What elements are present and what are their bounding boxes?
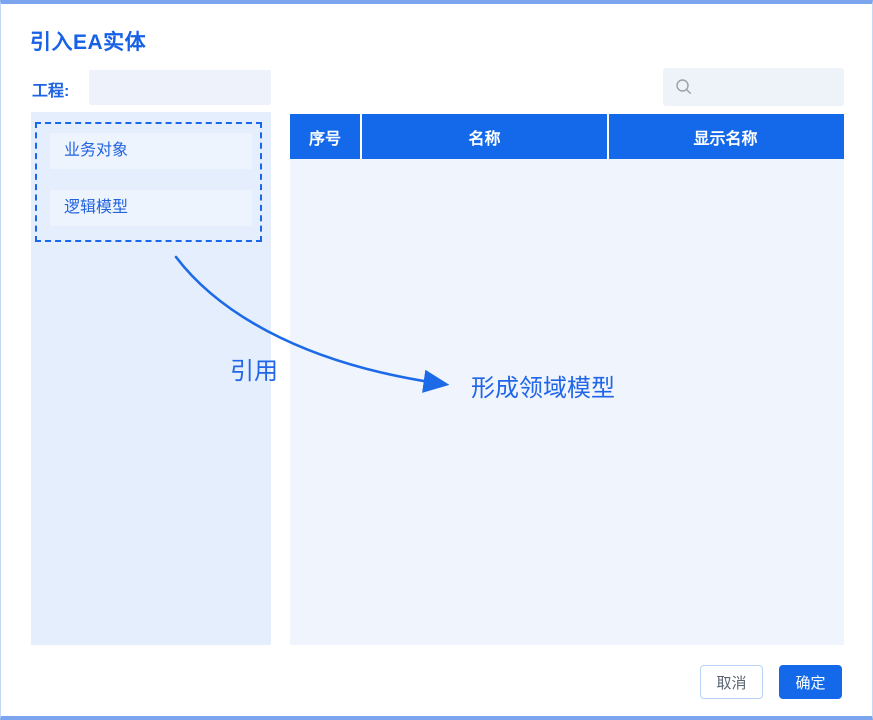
sidebar-item-logical-model[interactable]: 逻辑模型 bbox=[50, 190, 252, 226]
table-header-index: 序号 bbox=[290, 114, 360, 159]
project-label: 工程: bbox=[32, 77, 69, 101]
entity-type-group: 业务对象 逻辑模型 bbox=[35, 122, 262, 242]
table-header-name: 名称 bbox=[360, 114, 607, 159]
domain-model-annotation-label: 形成领域模型 bbox=[471, 368, 615, 403]
search-icon bbox=[674, 77, 694, 97]
table-header-row: 序号 名称 显示名称 bbox=[290, 114, 844, 159]
cancel-button[interactable]: 取消 bbox=[700, 665, 763, 699]
import-ea-entity-dialog: 引入EA实体 工程: 业务对象 逻辑模型 序号 名称 显示名称 引用 形成领域 bbox=[0, 0, 873, 720]
dialog-footer: 取消 确定 bbox=[700, 665, 842, 699]
dialog-title: 引入EA实体 bbox=[30, 26, 146, 56]
confirm-button[interactable]: 确定 bbox=[779, 665, 842, 699]
search-box[interactable] bbox=[663, 68, 844, 106]
search-input[interactable] bbox=[694, 68, 873, 106]
sidebar-item-business-object[interactable]: 业务对象 bbox=[50, 133, 252, 169]
table-header-display-name: 显示名称 bbox=[607, 114, 842, 159]
project-input[interactable] bbox=[89, 70, 271, 105]
arrow-annotation-label: 引用 bbox=[230, 351, 278, 386]
